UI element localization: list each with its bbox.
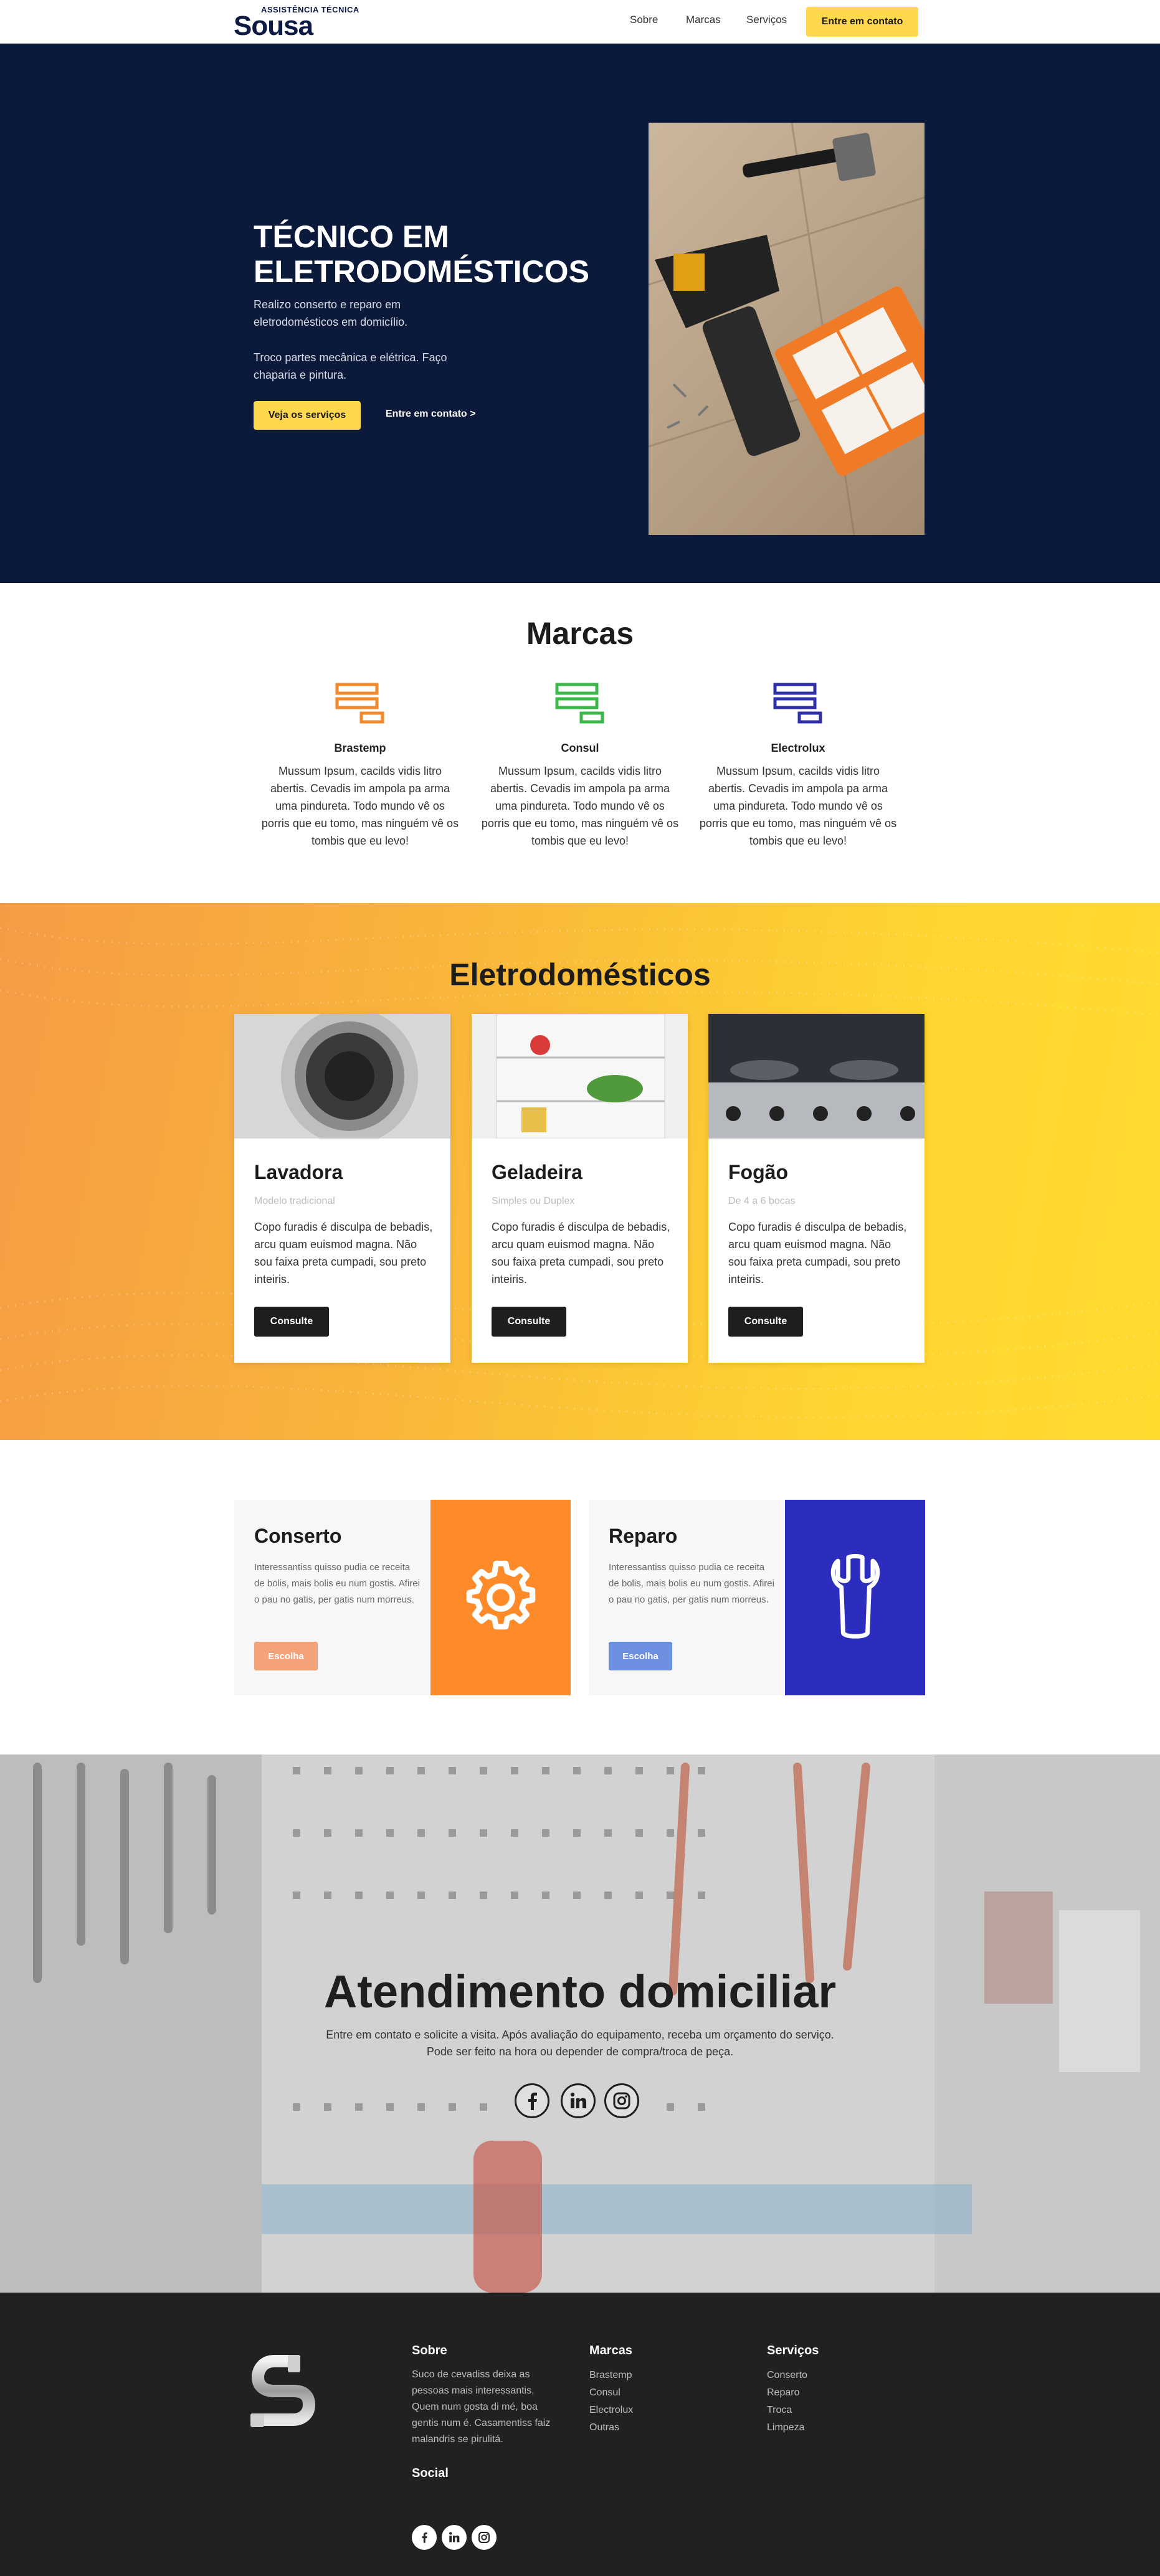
footer-sobre: Sobre Suco de cevadiss deixa as pessoas … (412, 2344, 561, 2489)
service-text: Interessantiss quisso pudia ce receita d… (254, 1562, 420, 1605)
instagram-icon[interactable] (472, 2525, 497, 2550)
atendimento-text-2: Pode ser feito na hora ou depender de co… (426, 2045, 734, 2058)
brand-icon (555, 683, 604, 724)
escolha-button[interactable]: Escolha (609, 1642, 672, 1670)
footer-heading: Marcas (589, 2344, 632, 2357)
hero-section: TÉCNICO EM ELETRODOMÉSTICOS Realizo cons… (0, 44, 1160, 583)
brand-electrolux: Electrolux Mussum Ipsum, cacilds vidis l… (698, 683, 898, 850)
card-text: Copo furadis é disculpa de bebadis, arcu… (728, 1221, 907, 1286)
services-button[interactable]: Veja os serviços (254, 401, 361, 430)
consulte-button[interactable]: Consulte (492, 1307, 566, 1337)
hero-text-1: Realizo conserto e reparo em eletrodomés… (254, 298, 408, 328)
hero-title: TÉCNICO EM ELETRODOMÉSTICOS (254, 219, 589, 289)
atendimento-section: Atendimento domiciliar Entre em contato … (0, 1754, 1160, 2293)
footer-sobre-text: Suco de cevadiss deixa as pessoas mais i… (412, 2369, 551, 2445)
footer-link[interactable]: Electrolux (589, 2402, 633, 2419)
stove-photo (708, 1014, 925, 1139)
brand-text: Mussum Ipsum, cacilds vidis litro aberti… (481, 765, 679, 847)
page: ASSISTÊNCIA TÉCNICA Sousa Sobre Marcas S… (0, 0, 1160, 2576)
brand-name: Brastemp (334, 742, 386, 754)
brand-text: Mussum Ipsum, cacilds vidis litro aberti… (699, 765, 897, 847)
service-text: Interessantiss quisso pudia ce receita d… (609, 1562, 774, 1605)
card-subtitle: Modelo tradicional (254, 1196, 335, 1206)
brand-icon (335, 683, 384, 724)
footer-heading: Serviços (767, 2344, 819, 2357)
eletro-title: Eletrodomésticos (449, 957, 711, 992)
washer-photo (234, 1014, 450, 1139)
footer-marcas: Marcas Brastemp Consul Electrolux Outras (589, 2344, 633, 2436)
service-panel (430, 1500, 571, 1695)
brand-icon (773, 683, 822, 724)
tools-photo (649, 123, 925, 535)
service-title: Reparo (609, 1525, 678, 1547)
escolha-button[interactable]: Escolha (254, 1642, 318, 1670)
card-text: Copo furadis é disculpa de bebadis, arcu… (492, 1221, 670, 1286)
contact-button[interactable]: Entre em contato (806, 7, 918, 37)
site-header: ASSISTÊNCIA TÉCNICA Sousa Sobre Marcas S… (0, 0, 1160, 44)
footer-logo (250, 2355, 316, 2427)
footer-servicos: Serviços Conserto Reparo Troca Limpeza (767, 2344, 819, 2436)
site-footer: Sobre Suco de cevadiss deixa as pessoas … (0, 2293, 1160, 2576)
nav-sobre[interactable]: Sobre (630, 14, 658, 26)
card-subtitle: De 4 a 6 bocas (728, 1196, 796, 1206)
service-conserto: Conserto Interessantiss quisso pudia ce … (234, 1500, 571, 1695)
consulte-button[interactable]: Consulte (254, 1307, 329, 1337)
card-text: Copo furadis é disculpa de bebadis, arcu… (254, 1221, 433, 1286)
consulte-button[interactable]: Consulte (728, 1307, 803, 1337)
brand-brastemp: Brastemp Mussum Ipsum, cacilds vidis lit… (260, 683, 460, 850)
card-lavadora: Lavadora Modelo tradicional Copo furadis… (234, 1014, 450, 1363)
fridge-photo (472, 1014, 688, 1139)
brand-name: Electrolux (771, 742, 825, 754)
footer-link[interactable]: Consul (589, 2384, 633, 2402)
footer-link[interactable]: Brastemp (589, 2367, 633, 2384)
wrench-icon (830, 1554, 880, 1639)
card-geladeira: Geladeira Simples ou Duplex Copo furadis… (472, 1014, 688, 1363)
brand-name: Consul (561, 742, 599, 754)
footer-link[interactable]: Outras (589, 2419, 633, 2436)
instagram-icon[interactable] (604, 2083, 639, 2118)
brand-consul: Consul Mussum Ipsum, cacilds vidis litro… (480, 683, 680, 850)
service-reparo: Reparo Interessantiss quisso pudia ce re… (589, 1500, 925, 1695)
card-title: Geladeira (492, 1161, 582, 1183)
atendimento-text-1: Entre em contato e solicite a visita. Ap… (326, 2029, 834, 2041)
logo-title: Sousa (234, 11, 313, 41)
marcas-title: Marcas (526, 616, 634, 651)
footer-link[interactable]: Limpeza (767, 2419, 819, 2436)
service-panel (785, 1500, 925, 1695)
atendimento-title: Atendimento domiciliar (323, 1966, 837, 2017)
nav-marcas[interactable]: Marcas (686, 14, 721, 26)
facebook-icon[interactable] (412, 2525, 437, 2550)
facebook-icon[interactable] (515, 2083, 549, 2118)
gear-icon (466, 1560, 535, 1630)
card-title: Fogão (728, 1161, 788, 1183)
linkedin-icon[interactable] (561, 2083, 596, 2118)
card-title: Lavadora (254, 1161, 343, 1183)
footer-link[interactable]: Conserto (767, 2367, 819, 2384)
footer-link[interactable]: Troca (767, 2402, 819, 2419)
service-title: Conserto (254, 1525, 342, 1547)
contact-link[interactable]: Entre em contato > (386, 409, 475, 420)
footer-heading: Sobre (412, 2344, 447, 2357)
footer-link[interactable]: Reparo (767, 2384, 819, 2402)
card-fogao: Fogão De 4 a 6 bocas Copo furadis é disc… (708, 1014, 925, 1363)
linkedin-icon[interactable] (442, 2525, 467, 2550)
logo[interactable]: ASSISTÊNCIA TÉCNICA Sousa (234, 4, 359, 41)
workshop-photo (0, 1754, 1160, 2293)
brand-text: Mussum Ipsum, cacilds vidis litro aberti… (261, 765, 459, 847)
card-subtitle: Simples ou Duplex (492, 1196, 575, 1206)
hero-text-2: Troco partes mecânica e elétrica. Faço c… (254, 351, 447, 381)
footer-social-heading: Social (412, 2466, 449, 2480)
nav-servicos[interactable]: Serviços (746, 14, 787, 26)
